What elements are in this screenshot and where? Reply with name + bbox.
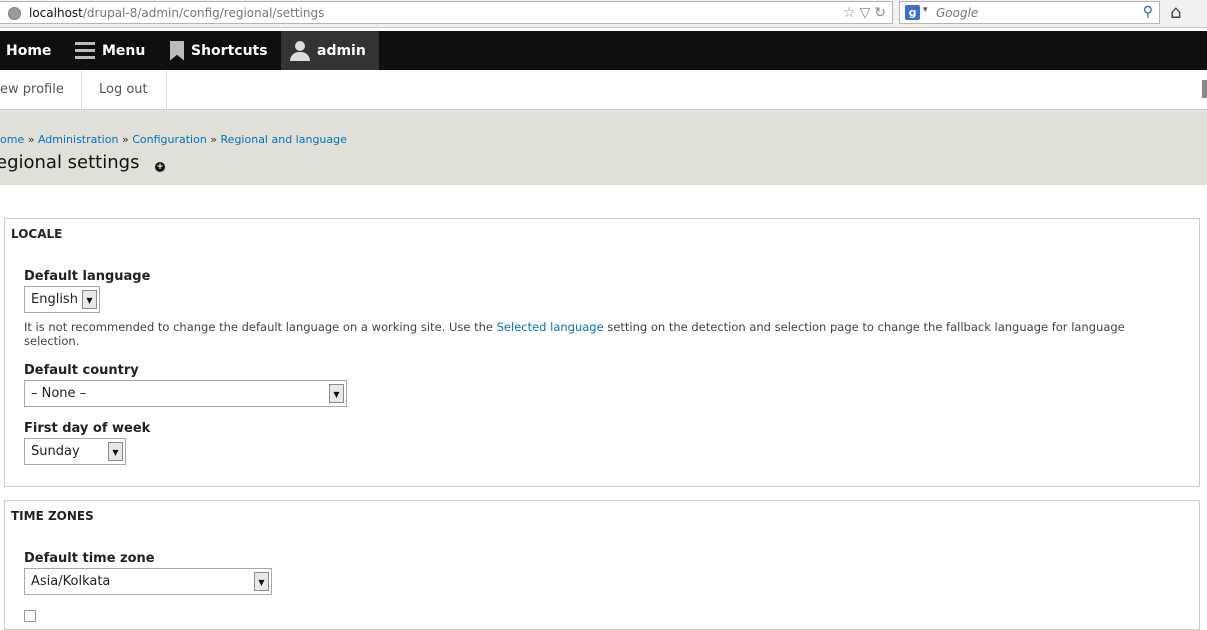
breadcrumb-administration[interactable]: Administration — [38, 133, 119, 146]
default-language-description: It is not recommended to change the defa… — [24, 320, 1125, 348]
tray-divider — [166, 70, 167, 109]
toolbar-shortcuts-label: Shortcuts — [191, 42, 268, 59]
user-icon — [290, 40, 310, 61]
globe-icon — [8, 7, 21, 20]
breadcrumb: ome » Administration » Configuration » R… — [0, 133, 347, 146]
time-zones-fieldset: TIME ZONES Default time zone Asia/Kolkat… — [4, 500, 1200, 630]
breadcrumb-separator: » — [121, 133, 129, 146]
breadcrumb-home[interactable]: ome — [0, 133, 24, 146]
admin-toolbar: Home Menu Shortcuts admin — [0, 31, 1207, 70]
search-engine-icon[interactable]: g — [905, 5, 920, 20]
toolbar-home-label: Home — [6, 42, 52, 59]
toolbar-shortcuts[interactable]: Shortcuts — [170, 31, 268, 70]
chevron-down-icon[interactable]: ▾ — [923, 5, 928, 15]
default-country-select[interactable]: – None – ▼ — [24, 380, 347, 407]
reload-icon[interactable]: ↻ — [874, 5, 886, 21]
breadcrumb-regional[interactable]: Regional and language — [221, 133, 347, 146]
time-zones-legend: TIME ZONES — [11, 509, 94, 523]
selected-language-link[interactable]: Selected language — [497, 320, 604, 334]
add-shortcut-icon[interactable]: + — [155, 162, 165, 172]
default-language-value: English — [31, 292, 78, 307]
default-language-label: Default language — [24, 269, 151, 284]
default-time-zone-value: Asia/Kolkata — [31, 574, 111, 589]
chevron-down-icon: ▼ — [108, 442, 123, 461]
chevron-down-icon: ▼ — [82, 290, 97, 309]
toolbar-user[interactable]: admin — [281, 31, 379, 70]
toolbar-menu[interactable]: Menu — [75, 31, 145, 70]
browser-bar: localhost/drupal-8/admin/config/regional… — [0, 0, 1207, 28]
search-icon[interactable]: ⚲ — [1143, 4, 1153, 20]
bookmark-star-icon[interactable]: ☆ — [843, 5, 856, 21]
url-icons: ☆ ▽ ↻ — [843, 5, 886, 21]
page-title: egional settings — [0, 152, 140, 173]
url-text[interactable]: localhost/drupal-8/admin/config/regional… — [29, 6, 324, 20]
default-time-zone-select[interactable]: Asia/Kolkata ▼ — [24, 568, 272, 595]
default-time-zone-label: Default time zone — [24, 551, 155, 566]
tray-toggle-handle[interactable] — [1202, 80, 1207, 98]
default-language-select[interactable]: English ▼ — [24, 286, 100, 313]
history-dropdown-icon[interactable]: ▽ — [859, 5, 870, 21]
browser-search-box[interactable]: g ▾ Google ⚲ — [899, 1, 1160, 24]
tray-divider — [81, 70, 82, 109]
users-configurable-timezone-checkbox[interactable] — [24, 610, 36, 622]
home-icon[interactable]: ⌂ — [1170, 2, 1181, 23]
first-day-label: First day of week — [24, 421, 151, 436]
address-bar[interactable]: localhost/drupal-8/admin/config/regional… — [0, 1, 893, 24]
default-country-value: – None – — [31, 386, 87, 401]
toolbar-user-label: admin — [317, 42, 366, 59]
locale-fieldset: LOCALE Default language English ▼ It is … — [4, 218, 1200, 487]
toolbar-home[interactable]: Home — [6, 31, 51, 70]
page-header: ome » Administration » Configuration » R… — [0, 110, 1207, 185]
user-tray: ew profile Log out — [0, 70, 1207, 110]
breadcrumb-separator: » — [210, 133, 218, 146]
chevron-down-icon: ▼ — [254, 572, 269, 591]
breadcrumb-configuration[interactable]: Configuration — [132, 133, 207, 146]
view-profile-link[interactable]: ew profile — [0, 70, 64, 109]
chevron-down-icon: ▼ — [329, 384, 344, 403]
first-day-select[interactable]: Sunday ▼ — [24, 438, 126, 465]
locale-legend: LOCALE — [11, 227, 63, 241]
menu-icon — [75, 42, 95, 59]
bookmark-icon — [170, 40, 184, 61]
first-day-value: Sunday — [31, 444, 80, 459]
log-out-link[interactable]: Log out — [99, 70, 148, 109]
toolbar-menu-label: Menu — [102, 42, 146, 59]
search-placeholder: Google — [936, 6, 979, 20]
default-country-label: Default country — [24, 363, 139, 378]
breadcrumb-separator: » — [27, 133, 35, 146]
